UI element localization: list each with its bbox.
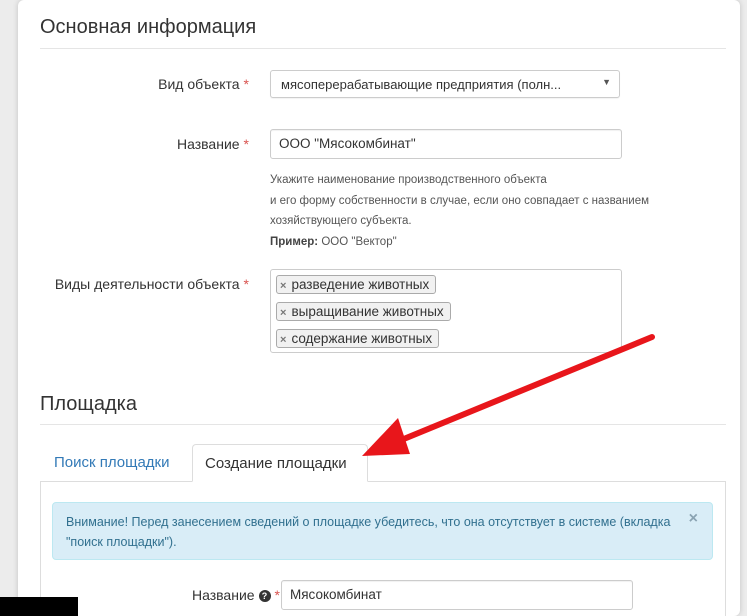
section-divider	[40, 48, 726, 49]
required-mark: *	[243, 136, 249, 152]
object-name-label: Название *	[177, 136, 249, 152]
activities-label: Виды деятельности объекта *	[55, 276, 249, 292]
help-line: хозяйствующего субъекта.	[270, 215, 412, 227]
alert-text: Внимание! Перед занесением сведений о пл…	[66, 515, 671, 549]
object-name-input[interactable]: ООО "Мясокомбинат"	[270, 129, 622, 159]
activities-multiselect[interactable]: × разведение животных × выращивание животн…	[270, 269, 622, 353]
info-alert: Внимание! Перед занесением сведений о пл…	[52, 502, 713, 560]
example-value: ООО "Вектор"	[321, 235, 397, 248]
tab-create-site[interactable]: Создание площадки	[192, 444, 368, 482]
object-type-select[interactable]: мясоперерабатывающие предприятия (полн..…	[270, 70, 620, 98]
tab-search-site[interactable]: Поиск площадки	[42, 444, 182, 482]
site-name-label: Название? *	[192, 587, 280, 603]
object-name-help: Укажите наименование производственного о…	[270, 170, 649, 252]
example-label: Пример:	[270, 235, 319, 248]
object-type-value: мясоперерабатывающие предприятия (полн..…	[281, 77, 562, 92]
activity-tag-label: содержание животных	[291, 331, 433, 346]
required-mark: *	[243, 76, 249, 92]
chevron-down-icon: ▼	[602, 77, 611, 87]
activity-tag-label: разведение животных	[291, 277, 430, 292]
section-divider	[40, 424, 726, 425]
required-mark: *	[274, 587, 280, 603]
activity-tag: × выращивание животных	[276, 302, 451, 321]
help-example: Пример: ООО "Вектор"	[270, 232, 649, 253]
object-type-label-text: Вид объекта	[158, 76, 240, 92]
section-title-site: Площадка	[40, 393, 137, 415]
activities-label-text: Виды деятельности объекта	[54, 276, 240, 292]
activity-tag-label: выращивание животных	[291, 304, 444, 319]
object-name-label-text: Название	[176, 136, 240, 152]
question-circle-icon[interactable]: ?	[258, 590, 271, 603]
site-name-input[interactable]: Мясокомбинат	[281, 580, 633, 610]
required-mark: *	[243, 276, 249, 292]
section-title-main: Основная информация	[40, 16, 257, 38]
site-name-label-text: Название	[191, 587, 255, 603]
remove-tag-icon[interactable]: ×	[280, 307, 286, 319]
help-line: и его форму собственности в случае, если…	[270, 194, 650, 207]
help-line: Укажите наименование производственного о…	[270, 174, 547, 186]
remove-tag-icon[interactable]: ×	[280, 334, 286, 346]
object-type-label: Вид объекта *	[158, 76, 249, 92]
activity-tag: × разведение животных	[276, 275, 437, 294]
activity-tag: × содержание животных	[276, 329, 440, 348]
close-icon[interactable]: ×	[689, 509, 698, 529]
remove-tag-icon[interactable]: ×	[280, 280, 286, 292]
form-panel: Основная информация Вид объекта * мясопер…	[18, 0, 740, 616]
redacted-block	[0, 597, 78, 616]
